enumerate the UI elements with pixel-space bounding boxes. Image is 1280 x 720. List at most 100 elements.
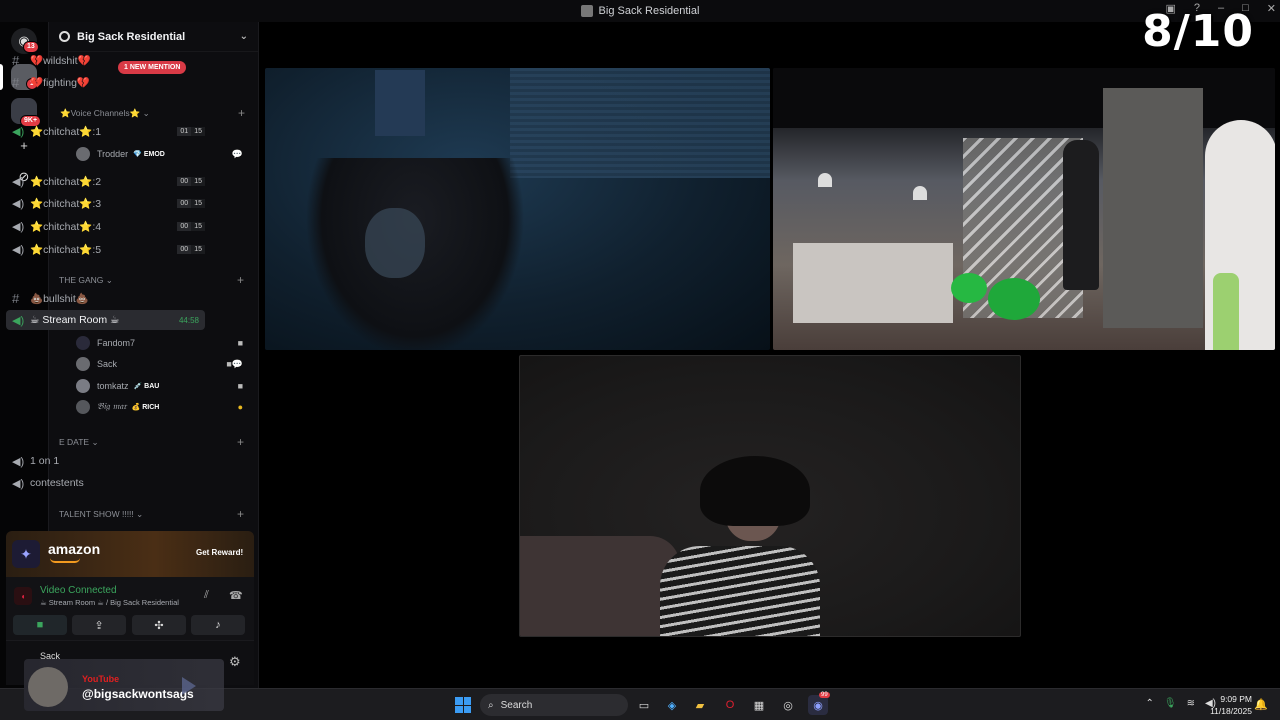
skeleton-shirt — [660, 546, 820, 636]
clock[interactable]: 9:09 PM 11/18/2025 — [1210, 693, 1252, 717]
user-count: 00 15 — [177, 221, 205, 231]
hash-icon: # — [12, 52, 20, 68]
server-name: Big Sack Residential — [77, 30, 186, 43]
voice-user-fandom7[interactable]: Fandom7 ■ — [76, 334, 251, 352]
chrome-icon[interactable]: ◎ — [778, 695, 798, 715]
user-count: 00 15 — [177, 176, 205, 186]
avatar — [76, 147, 90, 161]
soundboard-button[interactable]: ♪ — [191, 615, 245, 635]
promo-banner: ✦ amazon Get Reward! — [6, 531, 254, 577]
close-button[interactable]: ✕ — [1267, 2, 1276, 15]
channel-label: ⭐chitchat⭐:5 — [30, 243, 102, 256]
noise-suppression-icon[interactable]: ⫽ — [204, 589, 209, 602]
screen-share-button[interactable]: ⇪ — [72, 615, 126, 635]
video-tile-1[interactable] — [265, 68, 770, 350]
taskbar-search[interactable]: ⌕ Search — [480, 694, 628, 716]
server-boost-icon — [59, 31, 70, 42]
speaker-icon: ◀) — [12, 220, 25, 233]
microphone-icon[interactable]: 🎙 — [1164, 698, 1177, 709]
settings-gear-icon[interactable]: ⚙ — [229, 654, 241, 670]
add-channel-icon[interactable]: + — [237, 273, 244, 287]
couch — [520, 536, 680, 636]
voice-user-big-mar[interactable]: 𝔅𝔦𝔤 𝔪𝔞𝔯 💰 RICH ● — [76, 398, 251, 416]
voice-channel-chitchat-1[interactable]: ◀) ⭐chitchat⭐:1 01 15 — [6, 121, 205, 141]
camera-button[interactable]: ■ — [13, 615, 67, 635]
voice-connection-panel: ◖ Video Connected ☕ Stream Room ☕ / Big … — [6, 577, 254, 641]
activities-button[interactable]: ✣ — [132, 615, 186, 635]
channel-label: ⭐chitchat⭐:2 — [30, 175, 102, 188]
voice-user-tomkatz[interactable]: tomkatz 💉 BAU ■ — [76, 377, 251, 395]
get-reward-button[interactable]: Get Reward! — [196, 548, 243, 557]
file-explorer-icon[interactable]: ▰ — [690, 695, 710, 715]
voice-channel-contestents[interactable]: ◀) contestents — [6, 473, 205, 493]
speaker-icon: ◀) — [12, 243, 25, 256]
voice-channel-chitchat-2[interactable]: ◀) ⭐chitchat⭐:2 00 15 — [6, 171, 205, 191]
server-header[interactable]: Big Sack Residential ⌄ — [49, 22, 258, 52]
speaker-icon: ◀) — [12, 455, 25, 468]
disconnect-icon[interactable]: ☎ — [229, 589, 243, 602]
add-channel-icon[interactable]: + — [237, 507, 244, 521]
voice-channel-chitchat-4[interactable]: ◀) ⭐chitchat⭐:4 00 15 — [6, 216, 205, 236]
user-name: Sack — [97, 359, 118, 369]
channel-label: ⭐chitchat⭐:4 — [30, 220, 102, 233]
youtube-overlay: YouTube @bigsackwontsags — [24, 659, 224, 711]
speaker-icon: ◀) — [12, 197, 25, 210]
bottle — [1213, 273, 1239, 350]
channel-label: 💔wildshit💔 — [30, 54, 91, 67]
speaker-icon: ◀) — [12, 125, 25, 138]
user-count: 00 15 — [177, 244, 205, 254]
category-voice-channels[interactable]: ⭐Voice Channels⭐ ⌄ + — [60, 106, 245, 120]
voice-channel-chitchat-5[interactable]: ◀) ⭐chitchat⭐:5 00 15 — [6, 239, 205, 259]
category-talent-show[interactable]: TALENT SHOW !!!!! ⌄ + — [59, 507, 244, 521]
channel-bullshit[interactable]: # 💩bullshit💩 — [6, 288, 205, 308]
channel-label: 💔fighting💔 — [30, 76, 91, 89]
add-channel-icon[interactable]: + — [238, 106, 245, 120]
wifi-icon[interactable]: ≋ — [1187, 698, 1195, 709]
channel-label: ⭐chitchat⭐:1 — [30, 125, 102, 138]
stone-wall — [1103, 88, 1203, 328]
video-tile-3[interactable] — [519, 355, 1021, 637]
channel-fighting[interactable]: # 💔fighting💔 — [6, 72, 205, 92]
video-tile-2[interactable] — [773, 68, 1275, 350]
pendant-lamp — [818, 173, 832, 187]
discord-badge: 99 — [819, 692, 830, 698]
avatar — [76, 379, 90, 393]
voice-channel-1on1[interactable]: ◀) 1 on 1 — [6, 451, 205, 471]
task-view-icon[interactable]: ▭ — [634, 695, 654, 715]
windows-start-icon[interactable] — [455, 697, 471, 713]
voice-status[interactable]: Video Connected — [40, 585, 117, 596]
wall-poster — [375, 70, 425, 136]
avatar — [76, 336, 90, 350]
window-title: Big Sack Residential — [598, 5, 700, 17]
call-timer: 44:58 — [178, 315, 199, 325]
quest-icon: ✦ — [12, 540, 40, 568]
voice-channel-path[interactable]: ☕ Stream Room ☕ / Big Sack Residential — [40, 598, 179, 607]
notification-icon[interactable]: 🔔 — [1254, 698, 1268, 711]
speaker-icon: ◀) — [12, 477, 25, 490]
participant-hair — [700, 456, 810, 526]
chevron-up-icon[interactable]: ⌃ — [1145, 698, 1153, 709]
discord-icon[interactable]: ◉ — [808, 695, 828, 715]
voice-channel-stream-room[interactable]: ◀) ☕ Stream Room ☕ 44:58 — [6, 310, 205, 330]
category-e-date[interactable]: E DATE ⌄ + — [59, 435, 244, 449]
camera-icon: ■ — [237, 338, 243, 348]
kitchen-island — [793, 243, 953, 323]
store-icon[interactable]: ▦ — [749, 695, 769, 715]
channel-label: ⭐chitchat⭐:3 — [30, 197, 102, 210]
streaming-chat-icon: 💬 — [231, 148, 243, 159]
camera-icon: ■ — [237, 381, 243, 391]
channel-label: contestents — [30, 477, 84, 489]
system-tray: ⌃ 🎙 ≋ ◀) — [1145, 698, 1216, 709]
opera-icon[interactable]: O — [720, 695, 740, 715]
voice-user-sack[interactable]: Sack ■💬 — [76, 355, 251, 373]
voice-channel-chitchat-3[interactable]: ◀) ⭐chitchat⭐:3 00 15 — [6, 193, 205, 213]
signal-icon[interactable]: ◖ — [14, 587, 32, 605]
copilot-icon[interactable]: ◈ — [662, 695, 682, 715]
category-the-gang[interactable]: THE GANG ⌄ + — [59, 273, 244, 287]
green-ball — [951, 273, 987, 303]
hash-icon: # — [12, 290, 20, 306]
add-channel-icon[interactable]: + — [237, 435, 244, 449]
play-icon — [182, 677, 196, 695]
voice-user-trodder[interactable]: Trodder 💎 EMOD 💬 — [76, 145, 251, 163]
category-label: ⭐Voice Channels⭐ — [60, 108, 141, 118]
